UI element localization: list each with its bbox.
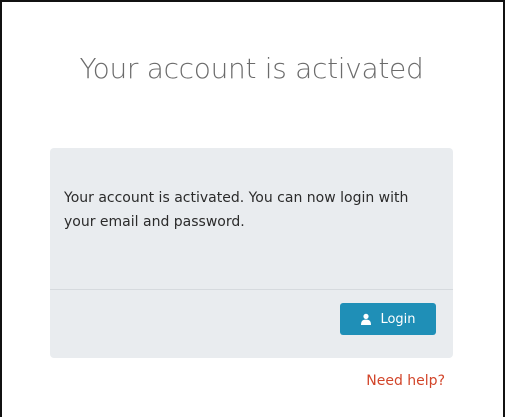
activation-panel: Your account is activated. You can now l… xyxy=(50,148,453,358)
page-title: Your account is activated xyxy=(79,52,424,85)
need-help-link[interactable]: Need help? xyxy=(302,373,445,389)
activation-message: Your account is activated. You can now l… xyxy=(64,190,409,230)
login-button-label: Login xyxy=(380,311,416,327)
login-button[interactable]: Login xyxy=(340,303,436,335)
panel-divider xyxy=(50,289,453,290)
page-frame: Your account is activated Your account i… xyxy=(0,0,505,417)
user-icon xyxy=(360,313,372,325)
